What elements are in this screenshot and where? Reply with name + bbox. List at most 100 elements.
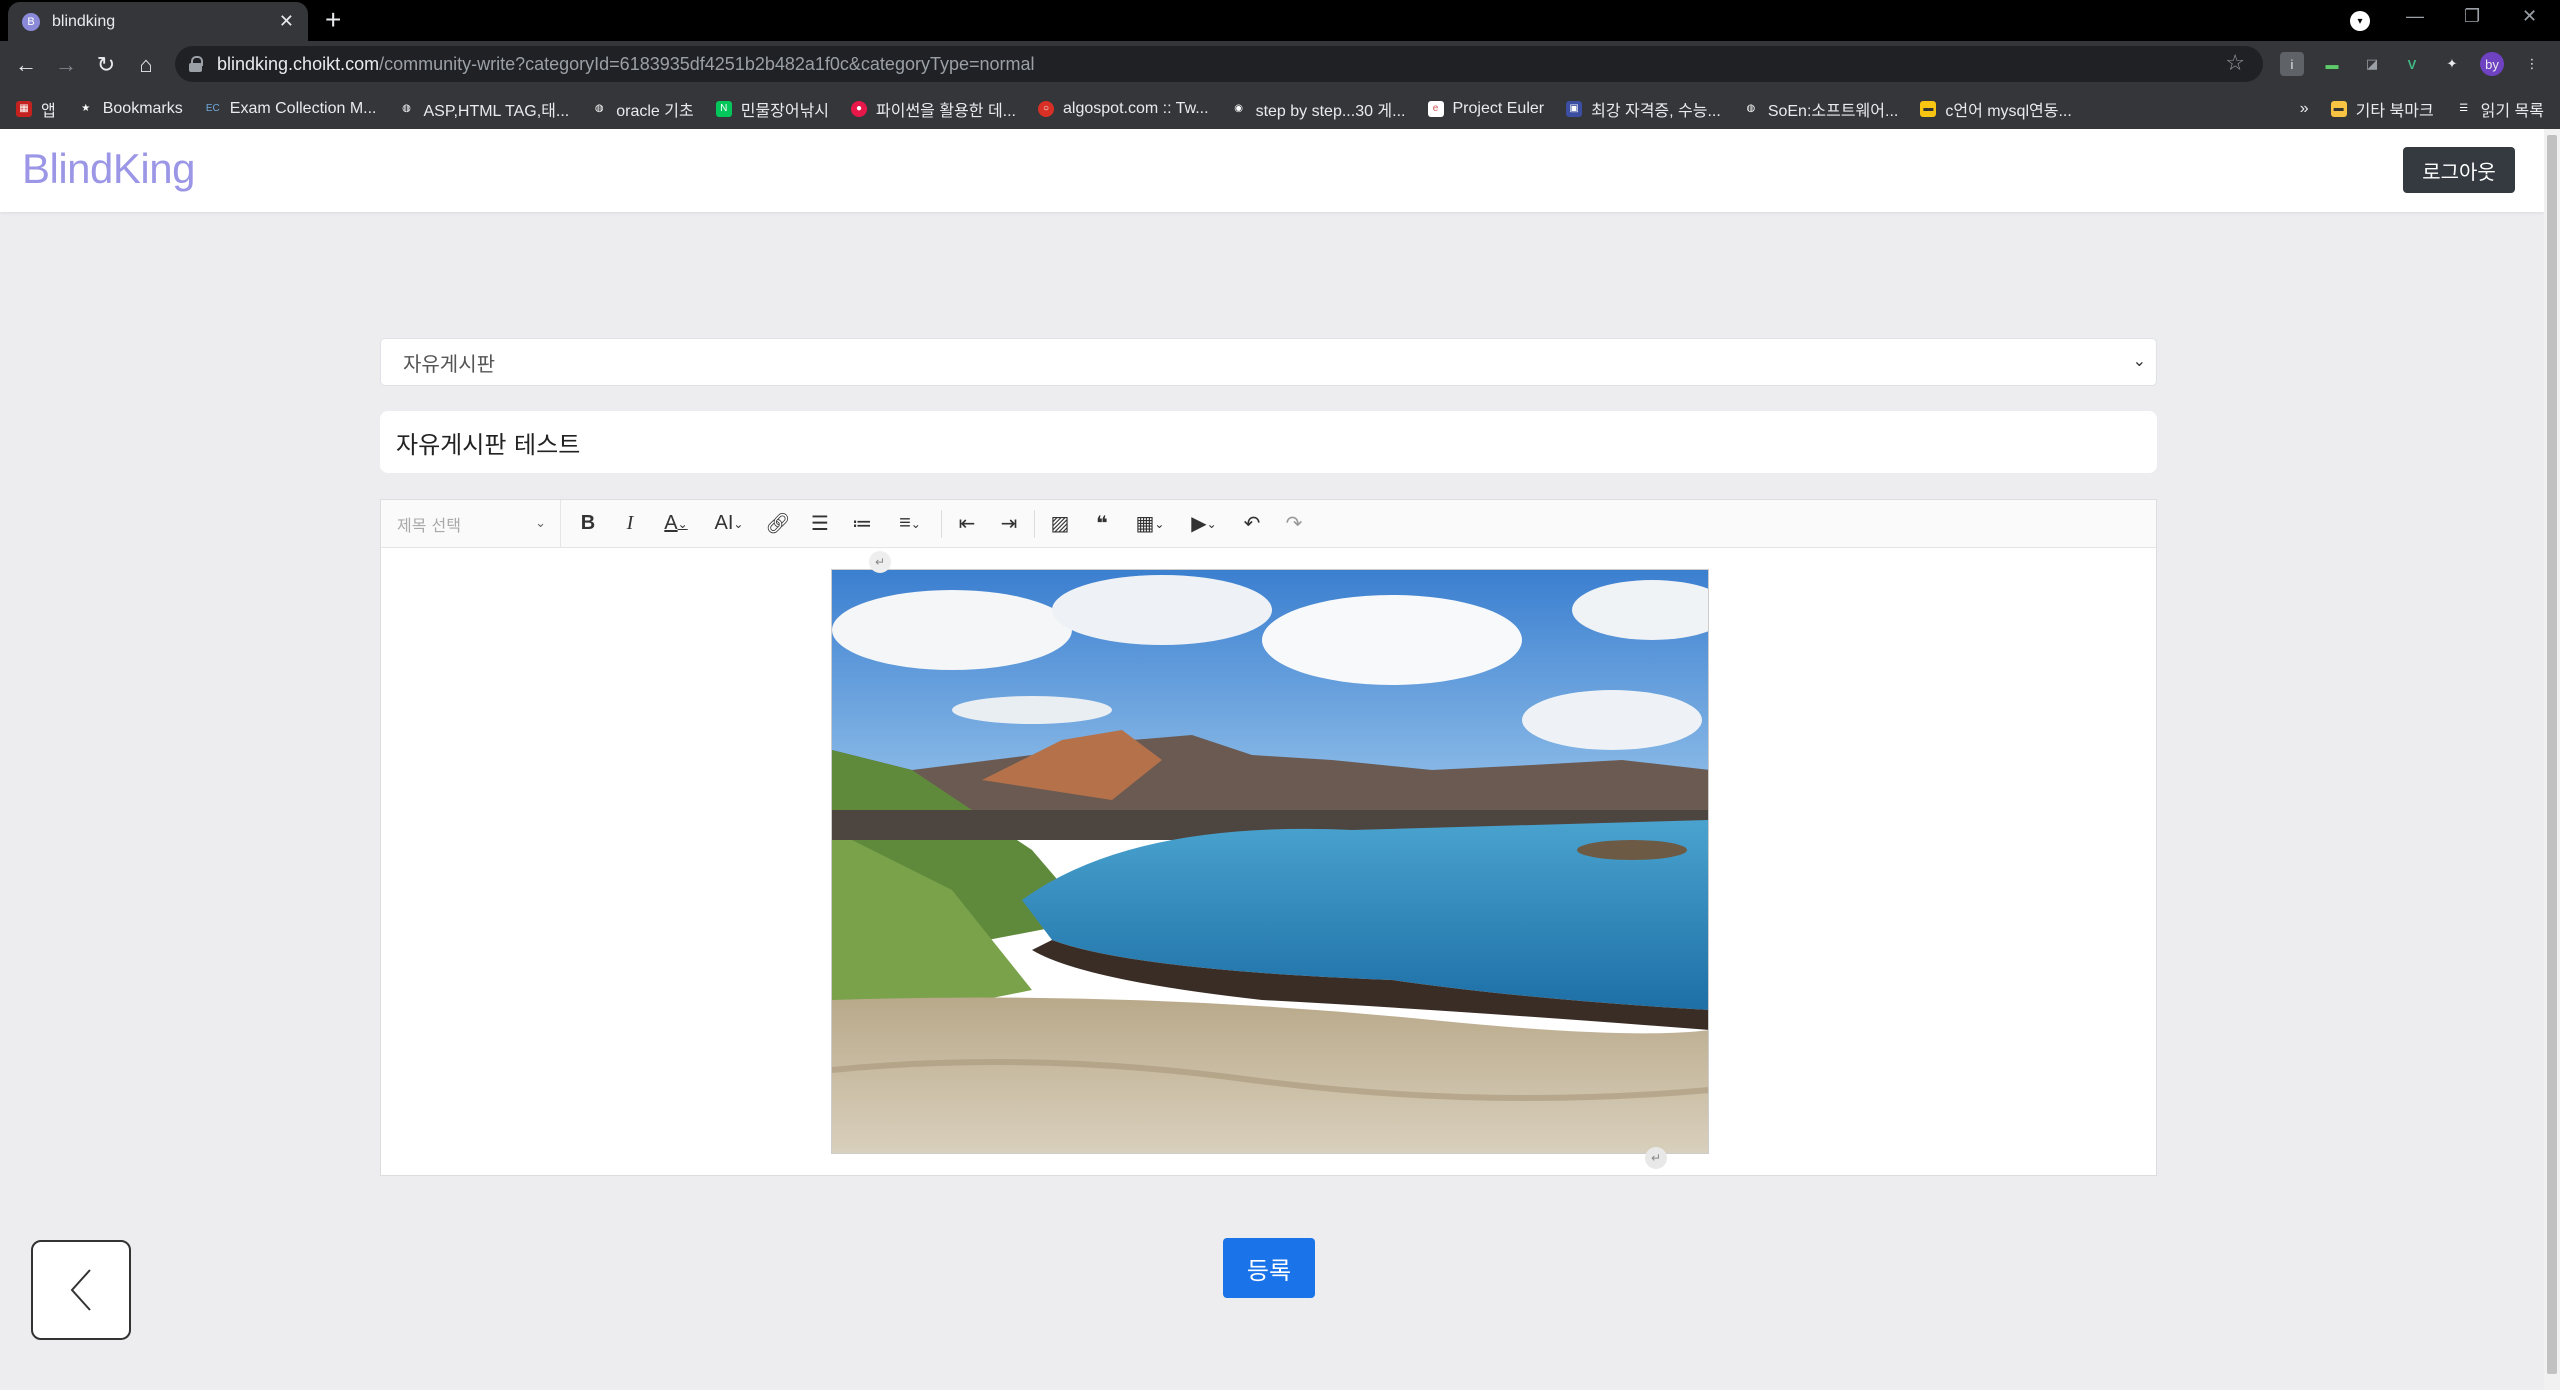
apps-grid-icon: ▦: [16, 100, 32, 117]
url-host: blindking.choikt.com: [217, 53, 380, 74]
reading-list-icon: ☰: [2459, 103, 2469, 114]
vue-devtools-icon[interactable]: V: [2400, 52, 2424, 76]
back-button[interactable]: [31, 1240, 131, 1340]
folder-icon: ▬: [2330, 100, 2347, 117]
site-logo[interactable]: BlindKing: [22, 145, 195, 193]
euler-icon: e: [1427, 100, 1444, 117]
bookmark-item[interactable]: ▬ c언어 mysql연동...: [1920, 97, 2072, 121]
bookmark-item[interactable]: ◉ step by step...30 게...: [1231, 97, 1405, 121]
chevron-down-icon: ⌄: [2132, 351, 2146, 370]
bookmarks-bar: ▦ 앱 ★ Bookmarks EC Exam Collection M... ◍ AS…: [0, 88, 2560, 129]
align-icon[interactable]: ≡ ⌄: [883, 500, 937, 548]
extension-icon[interactable]: i: [2280, 52, 2304, 76]
bookmark-item[interactable]: EC Exam Collection M...: [205, 100, 377, 118]
naver-icon: N: [715, 100, 732, 117]
back-icon[interactable]: ←: [6, 52, 46, 78]
bookmark-item[interactable]: ● 파이썬을 활용한 데...: [851, 97, 1016, 121]
puzzle-icon[interactable]: ✦: [2440, 52, 2464, 76]
media-control-icon[interactable]: ▾: [2350, 11, 2370, 31]
circle-icon: ◉: [1234, 103, 1243, 114]
home-icon[interactable]: ⌂: [126, 52, 166, 78]
page-scrollbar[interactable]: [2544, 129, 2560, 1390]
category-selected-value: 자유게시판: [403, 351, 495, 376]
restore-icon[interactable]: ❐: [2464, 6, 2480, 27]
reload-icon[interactable]: ↻: [86, 52, 126, 78]
blockquote-icon[interactable]: ❝: [1081, 500, 1123, 548]
logout-button[interactable]: 로그아웃: [2403, 147, 2515, 193]
tab-title: blindking: [52, 12, 116, 30]
font-size-icon[interactable]: AI ⌄: [701, 500, 757, 548]
bookmark-item[interactable]: ▣ 최강 자격증, 수능...: [1566, 97, 1721, 121]
numbered-list-icon[interactable]: ≔: [841, 500, 883, 548]
category-select[interactable]: 자유게시판 ⌄: [380, 338, 2157, 386]
site-icon: ▬: [1920, 100, 1937, 117]
toolbar-divider: [941, 509, 942, 538]
globe-icon: ◍: [1746, 103, 1756, 114]
redo-icon[interactable]: ↷: [1273, 500, 1315, 548]
media-embed-icon[interactable]: ▶ ⌄: [1177, 500, 1231, 548]
link-icon[interactable]: 🔗︎: [757, 500, 799, 548]
site-header: BlindKing 로그아웃: [0, 129, 2544, 212]
page-content: BlindKing 로그아웃 자유게시판 ⌄ 자유게시판 테스트 제목 선택 ⌄…: [0, 129, 2544, 1390]
bookmark-item[interactable]: ★ Bookmarks: [78, 100, 183, 118]
undo-icon[interactable]: ↶: [1231, 500, 1273, 548]
site-icon: ▣: [1566, 100, 1583, 117]
lock-icon: [189, 56, 203, 72]
bulleted-list-icon[interactable]: ☰: [799, 500, 841, 548]
forward-icon[interactable]: →: [46, 52, 86, 78]
globe-icon: ◍: [402, 103, 411, 114]
italic-icon[interactable]: I: [609, 500, 651, 548]
scrollbar-thumb[interactable]: [2547, 135, 2557, 1374]
chevron-left-icon: [70, 1269, 91, 1311]
site-icon: ●: [851, 100, 868, 117]
insert-paragraph-after-icon[interactable]: ↵: [1645, 1147, 1667, 1169]
landscape-photo[interactable]: [831, 569, 1709, 1154]
extension-icon[interactable]: ▬: [2320, 52, 2344, 76]
ec-icon: EC: [205, 103, 220, 114]
bold-icon[interactable]: B: [567, 500, 609, 548]
bookmarks-overflow[interactable]: »: [2300, 100, 2309, 118]
bookmark-item[interactable]: ◍ SoEn:소프트웨어...: [1743, 97, 1898, 121]
lake-mountain-image: [832, 570, 1708, 1153]
menu-kebab-icon[interactable]: ⋮: [2520, 52, 2544, 76]
bookmark-item[interactable]: ○ algospot.com :: Tw...: [1038, 100, 1209, 118]
editor-toolbar: 제목 선택 ⌄ B I A ⌄ AI ⌄ 🔗︎ ☰ ≔ ≡ ⌄ ⇤ ⇥ ▨ ❝ ▦ ⌄ …: [381, 499, 2156, 548]
bookmark-item[interactable]: e Project Euler: [1427, 100, 1544, 118]
address-bar[interactable]: blindking.choikt.com/community-write?cat…: [175, 46, 2263, 82]
favicon-icon: B: [22, 12, 40, 31]
algospot-icon: ○: [1038, 100, 1055, 117]
toolbar-divider: [1034, 509, 1035, 538]
image-icon[interactable]: ▨: [1039, 500, 1081, 548]
font-color-icon[interactable]: A ⌄: [651, 500, 701, 548]
browser-tab[interactable]: B blindking ✕: [8, 2, 308, 41]
extension-icon[interactable]: ◪: [2360, 52, 2384, 76]
bookmark-item[interactable]: N 민물장어낚시: [715, 97, 829, 121]
close-tab-icon[interactable]: ✕: [279, 11, 294, 32]
other-bookmarks-folder[interactable]: ▬ 기타 북마크: [2330, 97, 2434, 121]
browser-toolbar: ← → ↻ ⌂ blindking.choikt.com/community-w…: [0, 41, 2560, 88]
url-path: /community-write?categoryId=6183935df425…: [379, 53, 1035, 74]
window-close-icon[interactable]: ✕: [2522, 6, 2537, 27]
rich-text-editor: 제목 선택 ⌄ B I A ⌄ AI ⌄ 🔗︎ ☰ ≔ ≡ ⌄ ⇤ ⇥ ▨ ❝ ▦ ⌄ …: [380, 499, 2157, 1176]
submit-button[interactable]: 등록: [1223, 1238, 1315, 1298]
chevron-down-icon: ⌄: [535, 516, 546, 531]
bookmark-item[interactable]: ◍ ASP,HTML TAG,태...: [398, 97, 569, 121]
outdent-icon[interactable]: ⇤: [946, 500, 988, 548]
reading-list[interactable]: ☰ 읽기 목록: [2456, 97, 2544, 121]
browser-tab-strip: B blindking ✕ + ▾ — ❐ ✕: [0, 0, 2560, 41]
bookmarks-right: » ▬ 기타 북마크 ☰ 읽기 목록: [2300, 88, 2544, 129]
globe-icon: ◍: [594, 103, 604, 114]
minimize-icon[interactable]: —: [2406, 6, 2424, 27]
insert-paragraph-before-icon[interactable]: ↵: [869, 551, 891, 573]
bookmark-apps[interactable]: ▦ 앱: [16, 97, 56, 121]
post-title-input[interactable]: 자유게시판 테스트: [380, 411, 2157, 473]
editor-content-area[interactable]: [381, 549, 2156, 1175]
bookmark-star-icon[interactable]: ☆: [2225, 50, 2245, 76]
new-tab-icon[interactable]: +: [325, 4, 341, 36]
bookmark-item[interactable]: ◍ oracle 기초: [591, 97, 694, 121]
profile-avatar[interactable]: by: [2480, 52, 2504, 76]
heading-select[interactable]: 제목 선택 ⌄: [381, 499, 561, 548]
indent-icon[interactable]: ⇥: [988, 500, 1030, 548]
table-icon[interactable]: ▦ ⌄: [1123, 500, 1177, 548]
star-icon: ★: [81, 103, 91, 114]
